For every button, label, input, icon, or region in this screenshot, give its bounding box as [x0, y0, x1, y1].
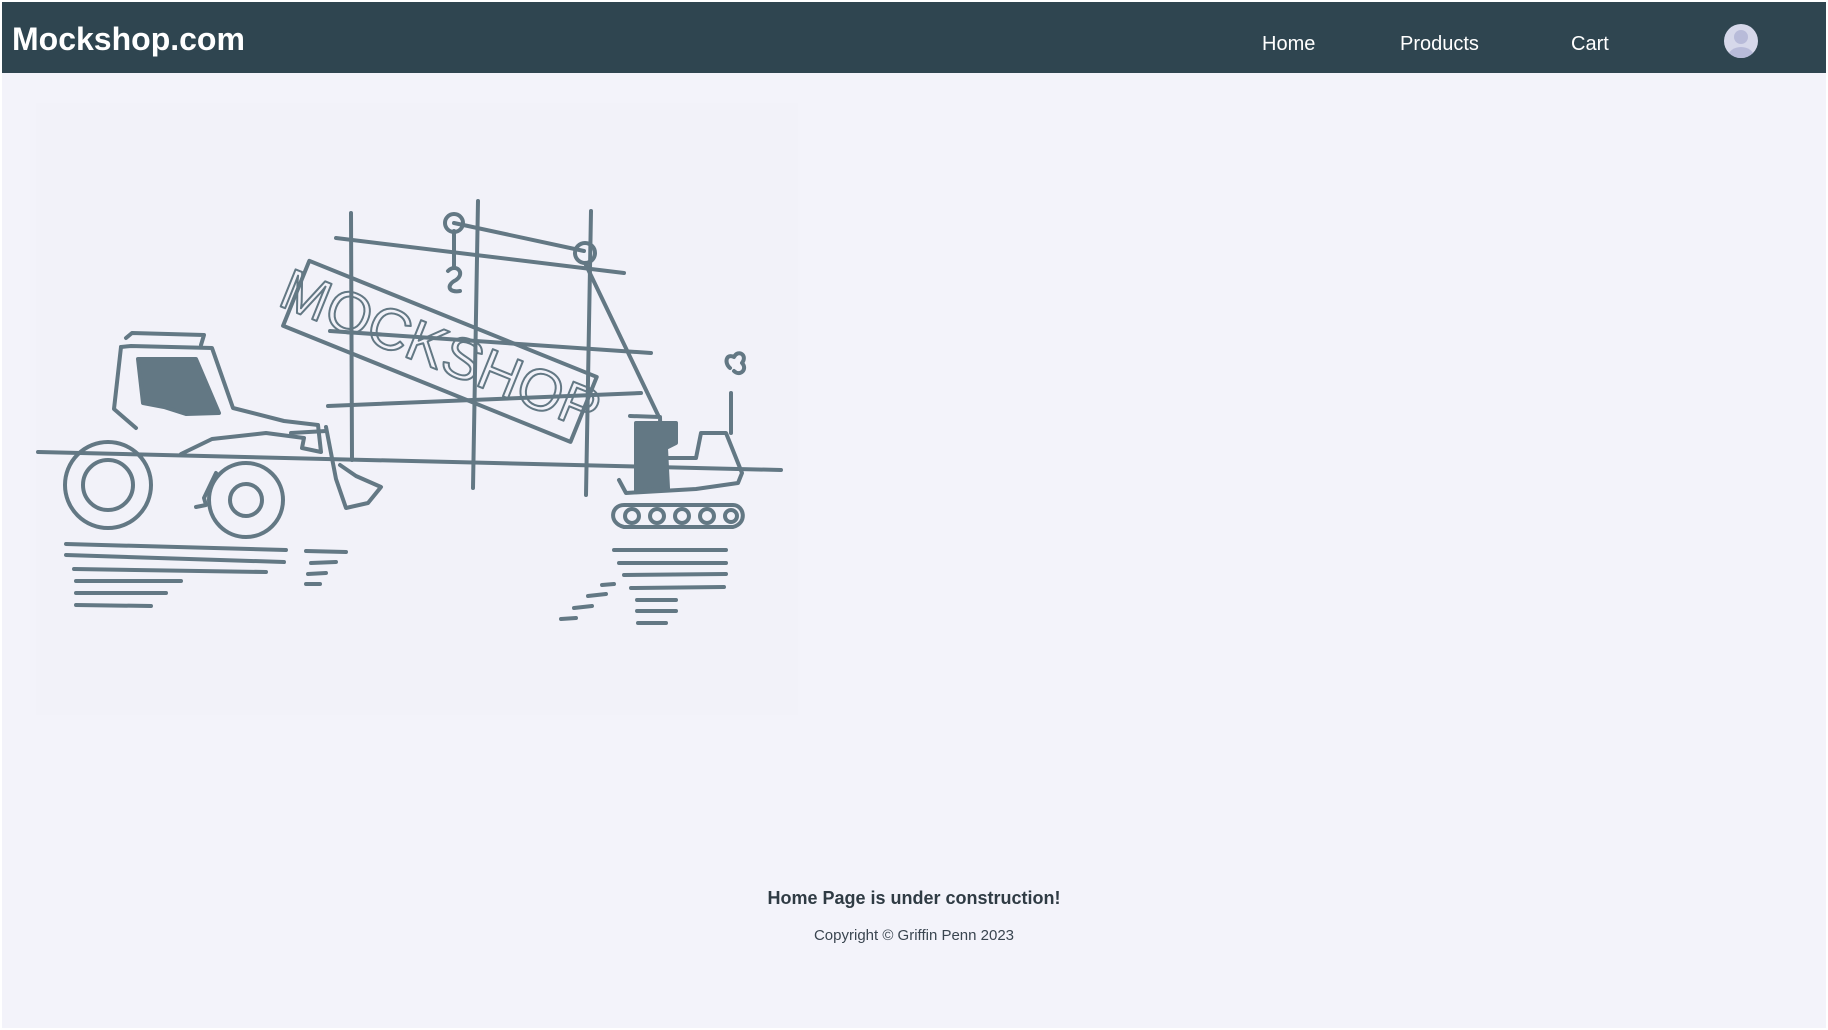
nav-products-link[interactable]: Products [1400, 32, 1479, 56]
page: Mockshop.com Home Products Cart MOCKSHOP… [2, 2, 1826, 1028]
nav-home-link[interactable]: Home [1262, 32, 1315, 56]
copyright-text: Copyright © Griffin Penn 2023 [813, 927, 1015, 944]
sign-text: MOCKSHOP [271, 256, 609, 443]
navbar: Mockshop.com Home Products Cart [2, 2, 1826, 73]
construction-message: Home Page is under construction! [767, 888, 1061, 908]
brand-logo[interactable]: Mockshop.com [12, 21, 245, 57]
construction-illustration: MOCKSHOP [36, 103, 798, 715]
user-avatar-icon[interactable] [1724, 24, 1758, 58]
nav-cart-link[interactable]: Cart [1571, 32, 1609, 56]
